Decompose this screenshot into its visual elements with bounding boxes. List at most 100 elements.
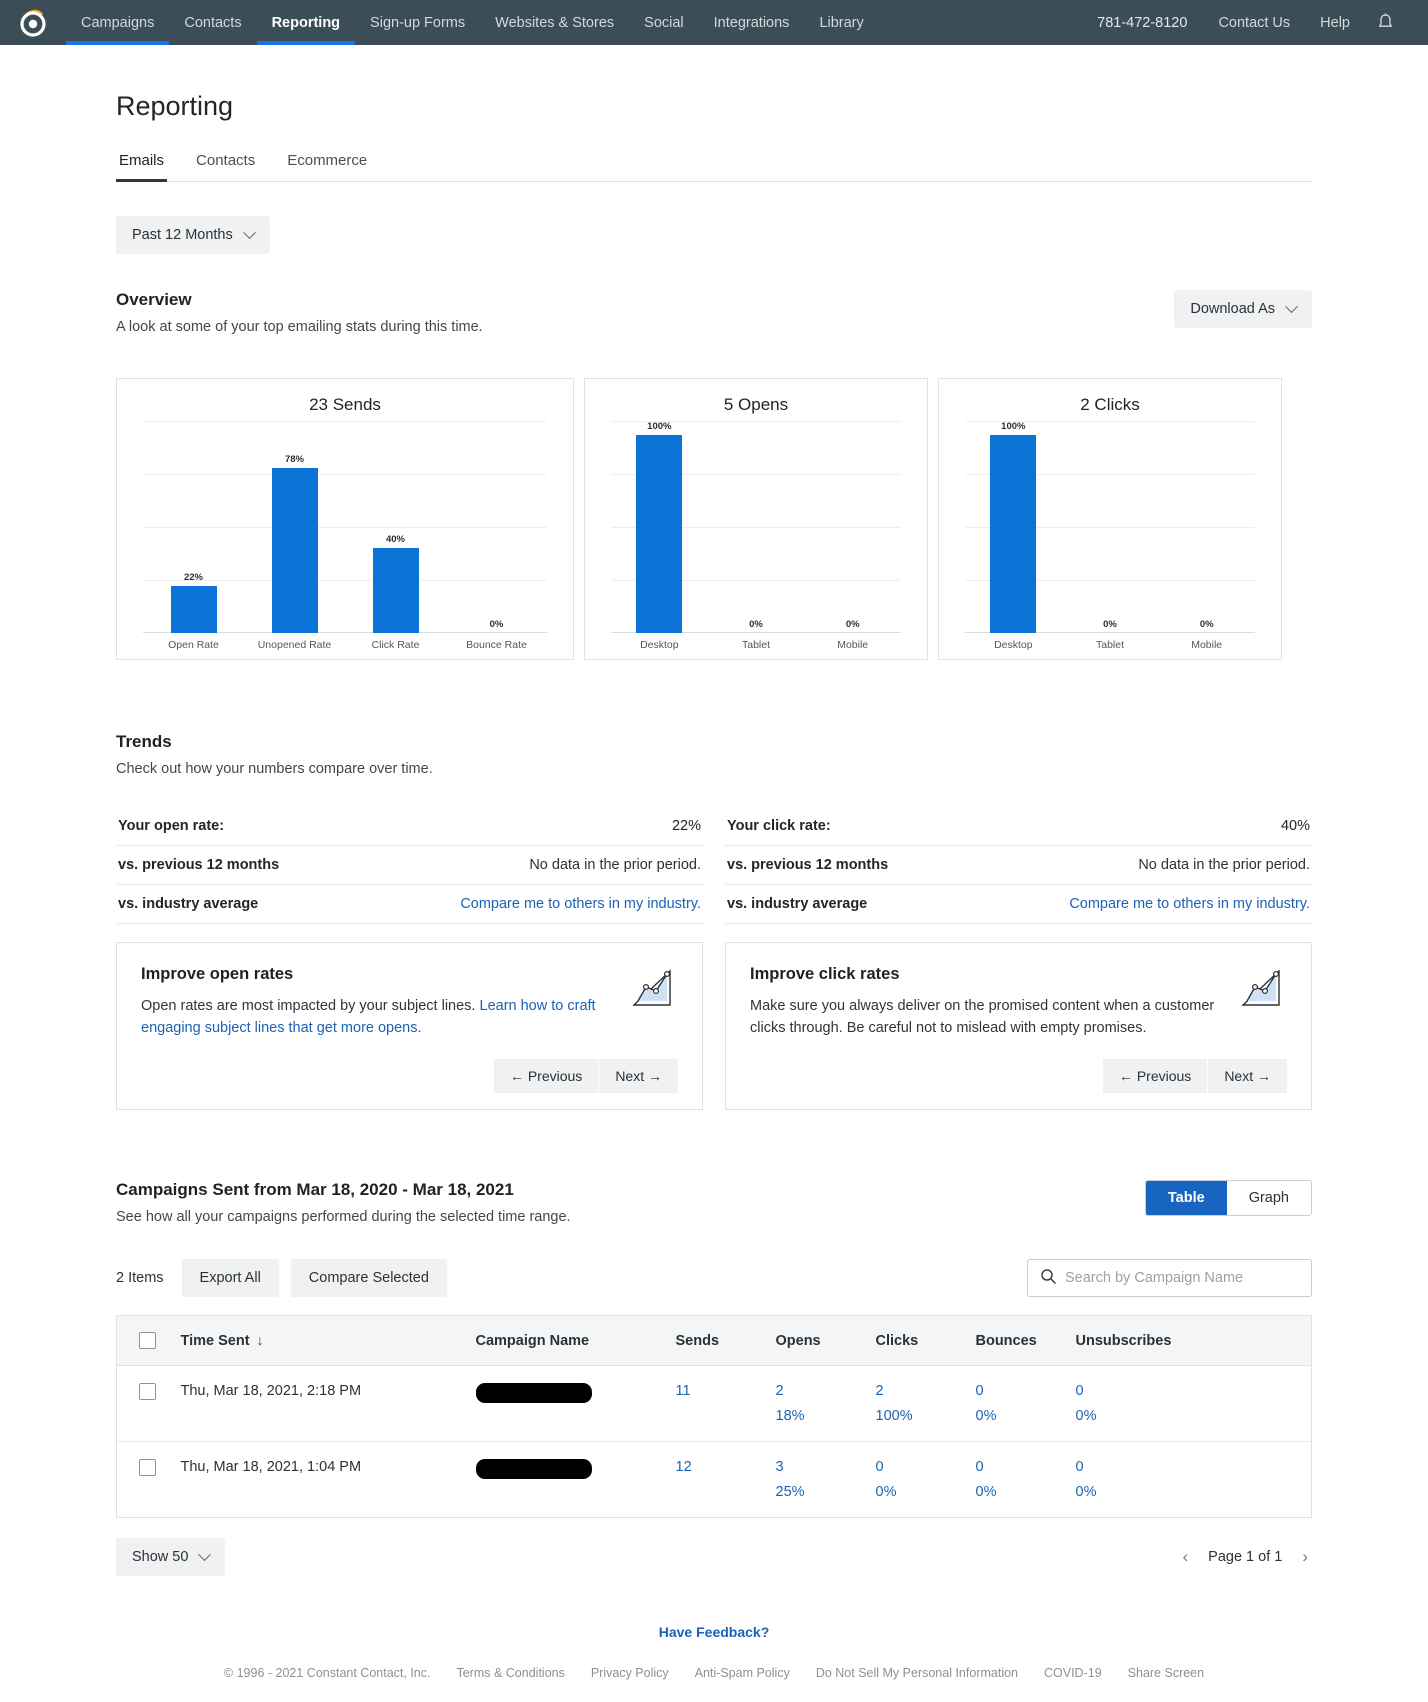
date-range-dropdown[interactable]: Past 12 Months <box>116 216 270 254</box>
column-header-time-sent[interactable]: Time Sent ↓ <box>172 1315 468 1366</box>
opens-value[interactable]: 2 <box>776 1383 860 1399</box>
tab-ecommerce[interactable]: Ecommerce <box>284 152 370 181</box>
bar-unopened-rate[interactable]: 78% <box>244 421 345 633</box>
campaigns-subtitle: See how all your campaigns performed dur… <box>116 1209 571 1225</box>
x-label: Desktop <box>640 639 679 651</box>
sends-value[interactable]: 12 <box>676 1459 760 1475</box>
search-input[interactable] <box>1065 1270 1299 1286</box>
nav-label: Integrations <box>713 14 790 31</box>
select-all-checkbox[interactable] <box>139 1332 156 1349</box>
select-all-header <box>116 1315 173 1366</box>
tab-contacts[interactable]: Contacts <box>193 152 258 181</box>
click-rate-label: Your click rate: <box>727 818 831 834</box>
clicks-value[interactable]: 0 <box>876 1459 960 1475</box>
column-header-opens[interactable]: Opens <box>767 1315 868 1366</box>
bar-mobile[interactable]: 0% <box>804 421 901 633</box>
tip-navigation: ← Previous Next → <box>141 1043 678 1093</box>
bounces-value[interactable]: 0 <box>976 1383 1060 1399</box>
export-all-button[interactable]: Export All <box>181 1259 279 1297</box>
search-box[interactable] <box>1027 1259 1312 1297</box>
nav-item-help[interactable]: Help <box>1305 0 1365 45</box>
bar-desktop[interactable]: 100% <box>965 421 1062 633</box>
footer-link-terms[interactable]: Terms & Conditions <box>456 1666 564 1680</box>
notification-bell-icon[interactable] <box>1365 0 1406 45</box>
footer-link-anti-spam[interactable]: Anti-Spam Policy <box>695 1666 790 1680</box>
bar-tablet[interactable]: 0% <box>708 421 805 633</box>
footer-link-share-screen[interactable]: Share Screen <box>1128 1666 1204 1680</box>
chevron-right-icon[interactable]: › <box>1298 1547 1312 1567</box>
row-checkbox[interactable] <box>139 1459 156 1476</box>
bar-value-label: 22% <box>183 572 203 584</box>
click-rate-industry-link[interactable]: Compare me to others in my industry. <box>1069 896 1310 912</box>
campaigns-section: Campaigns Sent from Mar 18, 2020 - Mar 1… <box>116 1180 1312 1576</box>
compare-selected-button[interactable]: Compare Selected <box>290 1259 447 1297</box>
column-header-sends[interactable]: Sends <box>667 1315 768 1366</box>
tip-next-button[interactable]: Next → <box>599 1059 678 1093</box>
nav-item-websites-stores[interactable]: Websites & Stores <box>480 0 629 45</box>
opens-percent[interactable]: 25% <box>776 1484 860 1500</box>
column-header-unsubscribes[interactable]: Unsubscribes <box>1067 1315 1312 1366</box>
open-rate-industry-link[interactable]: Compare me to others in my industry. <box>460 896 701 912</box>
overview-section-header: Overview A look at some of your top emai… <box>116 290 1312 335</box>
table-body: Thu, Mar 18, 2021, 2:18 PM 11 2 18% 2 10… <box>116 1365 1312 1518</box>
bar-bounce-rate[interactable]: 0% <box>446 421 547 633</box>
clicks-percent[interactable]: 100% <box>876 1408 960 1424</box>
chevron-left-icon[interactable]: ‹ <box>1178 1547 1192 1567</box>
toggle-graph-view[interactable]: Graph <box>1226 1181 1311 1215</box>
footer-link-covid[interactable]: COVID-19 <box>1044 1666 1102 1680</box>
overview-title: Overview <box>116 290 192 309</box>
unsubscribes-value[interactable]: 0 <box>1076 1383 1304 1399</box>
have-feedback-link[interactable]: Have Feedback? <box>116 1624 1312 1640</box>
clicks-percent[interactable]: 0% <box>876 1484 960 1500</box>
bar-tablet[interactable]: 0% <box>1062 421 1159 633</box>
constant-contact-logo-icon[interactable] <box>0 0 66 45</box>
bar-rect <box>271 467 318 633</box>
column-header-campaign-name[interactable]: Campaign Name <box>467 1315 668 1366</box>
page-container: Reporting Emails Contacts Ecommerce Past… <box>0 91 1428 1702</box>
nav-item-contacts[interactable]: Contacts <box>169 0 256 45</box>
nav-item-contact-us[interactable]: Contact Us <box>1203 0 1305 45</box>
x-label: Unopened Rate <box>257 639 332 651</box>
bounces-value[interactable]: 0 <box>976 1459 1060 1475</box>
tip-title: Improve open rates <box>141 965 294 983</box>
opens-percent[interactable]: 18% <box>776 1408 860 1424</box>
rows-per-page-dropdown[interactable]: Show 50 <box>116 1538 226 1576</box>
download-as-dropdown[interactable]: Download As <box>1174 290 1312 328</box>
bounces-percent[interactable]: 0% <box>976 1408 1060 1424</box>
nav-item-campaigns[interactable]: Campaigns <box>66 0 170 45</box>
unsubscribes-value[interactable]: 0 <box>1076 1459 1304 1475</box>
column-header-bounces[interactable]: Bounces <box>967 1315 1068 1366</box>
tip-previous-button[interactable]: ← Previous <box>1102 1059 1208 1093</box>
bounces-percent[interactable]: 0% <box>976 1484 1060 1500</box>
unsubscribes-percent[interactable]: 0% <box>1076 1408 1304 1424</box>
tip-card-improve-click-rates: Improve click rates Make sure you always… <box>725 942 1312 1110</box>
tip-body: Open rates are most impacted by your sub… <box>141 995 611 1040</box>
bar-click-rate[interactable]: 40% <box>345 421 446 633</box>
bar-open-rate[interactable]: 22% <box>143 421 244 633</box>
column-header-clicks[interactable]: Clicks <box>867 1315 968 1366</box>
bar-value-label: 100% <box>1001 421 1026 432</box>
bar-mobile[interactable]: 0% <box>1158 421 1255 633</box>
unsubscribes-percent[interactable]: 0% <box>1076 1484 1304 1500</box>
bar-value-label: 0% <box>1103 619 1117 630</box>
nav-item-sign-up-forms[interactable]: Sign-up Forms <box>355 0 480 45</box>
nav-item-reporting[interactable]: Reporting <box>256 0 356 45</box>
row-checkbox[interactable] <box>139 1383 156 1400</box>
sends-value[interactable]: 11 <box>676 1383 760 1399</box>
nav-item-social[interactable]: Social <box>629 0 699 45</box>
column-label: Bounces <box>975 1332 1037 1349</box>
tip-next-button[interactable]: Next → <box>1208 1059 1287 1093</box>
tab-emails[interactable]: Emails <box>116 152 168 182</box>
footer-link-privacy[interactable]: Privacy Policy <box>591 1666 669 1680</box>
cell-opens: 3 25% <box>768 1442 868 1518</box>
toggle-table-view[interactable]: Table <box>1145 1181 1227 1215</box>
opens-value[interactable]: 3 <box>776 1459 860 1475</box>
clicks-value[interactable]: 2 <box>876 1383 960 1399</box>
footer-link-do-not-sell[interactable]: Do Not Sell My Personal Information <box>816 1666 1018 1680</box>
tip-previous-button[interactable]: ← Previous <box>493 1059 599 1093</box>
nav-item-integrations[interactable]: Integrations <box>699 0 805 45</box>
chart-plot-clicks: 100% 0% 0% <box>965 421 1255 633</box>
nav-item-library[interactable]: Library <box>804 0 878 45</box>
bar-desktop[interactable]: 100% <box>611 421 708 633</box>
bars-clicks: 100% 0% 0% <box>965 421 1255 633</box>
